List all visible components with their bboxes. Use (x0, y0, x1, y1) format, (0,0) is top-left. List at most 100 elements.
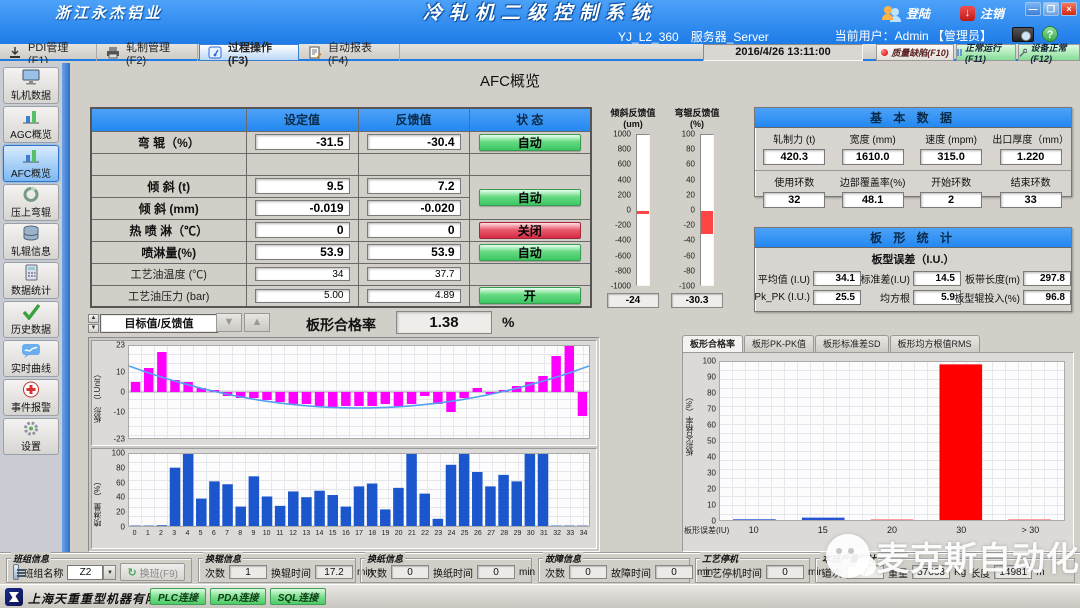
curve-icon (20, 342, 42, 359)
field-value: 33 (1000, 192, 1062, 208)
sidebar-item-agc[interactable]: AGC概览 (3, 106, 59, 143)
status-strip: 班组信息 班组名称 Z2▼ ↻换班(F9) 换辊信息 次数1 换辊时间17.2 … (0, 552, 1080, 584)
gauge-track (636, 134, 650, 286)
count-value: 0 (391, 565, 429, 579)
titlebar: 浙江永杰铝业 冷轧机二级控制系统 登陆 ↓ 注销 — ❐ × YJ_L2_360… (0, 0, 1080, 44)
field-value: 2 (920, 192, 982, 208)
sidebar-item-history[interactable]: 历史数据 (3, 301, 59, 338)
field-value: 14.5 (913, 271, 961, 286)
sql-connect-button[interactable]: SQL连接 (270, 588, 326, 605)
tab-pass-rate[interactable]: 板形合格率 (682, 335, 743, 352)
feedback-value: -0.020 (367, 200, 461, 216)
time-value: 0 (766, 565, 804, 579)
tab-process[interactable]: 过程操作(F3) (199, 44, 299, 61)
wrench-icon (1019, 48, 1027, 58)
bend-feedback-gauge: 弯辊反馈值 (%) 100806040200-20-40-60-80-100 -… (666, 106, 728, 308)
triangle-up-button[interactable]: ▲ (244, 313, 270, 332)
x-axis-categories: 10152030> 30 (719, 525, 1065, 535)
spinner-down-icon[interactable]: ▼ (88, 324, 99, 333)
gauge-readout: -24 (607, 293, 659, 308)
tab-report[interactable]: 自动报表(F4) (300, 44, 400, 61)
logout-icon: ↓ (960, 6, 975, 21)
y-axis-ticks: 0102030405060708090100 (695, 361, 717, 521)
device-normal-button[interactable]: 设备正常(F12) (1018, 44, 1080, 61)
tab-pk-pk[interactable]: 板形PK-PK值 (744, 335, 814, 352)
sidebar-item-alarms[interactable]: 事件报警 (3, 379, 59, 416)
feedback-value: 0 (367, 222, 461, 238)
tilt-feedback-gauge: 倾斜反馈值 (um) 10008006004002000-200-400-600… (602, 106, 664, 308)
status-button[interactable]: 自动 (479, 134, 581, 151)
field-value: 48.1 (842, 192, 904, 208)
quality-defect-button[interactable]: 质量缺陷(F10) (876, 44, 954, 61)
plc-connect-button[interactable]: PLC连接 (150, 588, 206, 605)
pass-rate-unit: % (502, 314, 514, 330)
tab-rms[interactable]: 板形均方根值RMS (890, 335, 980, 352)
red-dot-icon (881, 49, 888, 56)
restore-icon[interactable]: ❐ (1043, 2, 1059, 16)
y-axis-label: 喷淋量 （%） (92, 457, 104, 548)
logout-button[interactable]: ↓ 注销 (960, 5, 1004, 22)
time-value: 0 (655, 565, 693, 579)
bar-chart-icon (20, 108, 42, 125)
chart-plot-area (128, 453, 590, 527)
gear-icon (20, 420, 42, 437)
y-axis-ticks: 020406080100 (104, 453, 126, 527)
count-value: 0 (569, 565, 607, 579)
bar-chart-icon (20, 147, 42, 164)
change-shift-button[interactable]: ↻换班(F9) (120, 563, 185, 581)
field-value: 420.3 (763, 149, 825, 165)
sidebar-item-realtime-curve[interactable]: 实时曲线 (3, 340, 59, 377)
shape-profile-chart: 板形 （I.Unit） 23100-10-23 (91, 340, 597, 446)
sidebar-item-roll-info[interactable]: 轧辊信息 (3, 223, 59, 260)
sidebar-item-afc[interactable]: AFC概览 (3, 145, 59, 182)
pause-icon (957, 49, 962, 56)
database-icon (20, 225, 42, 242)
afc-table: 设定值 反馈值 状 态 弯 辊（%） -31.5 -30.4 自动 倾 斜 (t… (90, 107, 592, 308)
sidebar-item-bending[interactable]: 压上弯辊 (3, 184, 59, 221)
sidebar-item-statistics[interactable]: 数据统计 (3, 262, 59, 299)
left-charts-frame: 板形 （I.Unit） 23100-10-23 喷淋量 （%） 02040608… (88, 337, 600, 552)
pass-rate-label: 板形合格率 (306, 315, 376, 335)
status-button[interactable]: 开 (479, 287, 581, 304)
y-axis-label: 板形合格率（%） (684, 393, 695, 456)
report-icon (308, 46, 322, 59)
server-label: YJ_L2_360 服务器_Server (618, 28, 769, 45)
monitor-icon (20, 69, 42, 86)
triangle-down-button[interactable]: ▼ (216, 313, 242, 332)
sidebar-item-mill-data[interactable]: 轧机数据 (3, 67, 59, 104)
tab-rolling[interactable]: 轧制管理(F2) (98, 44, 198, 61)
shift-output-group: 本班产量统计 道次7 重量57663 Kg 长度14981 m (815, 558, 1075, 583)
normal-run-button[interactable]: 正常运行(F11) (956, 44, 1016, 61)
minimize-icon[interactable]: — (1025, 2, 1041, 16)
chevron-down-icon[interactable]: ▼ (103, 565, 116, 580)
histogram-body: 板形合格率（%） 0102030405060708090100 板形误差(IU)… (682, 352, 1074, 552)
status-button[interactable]: 关闭 (479, 222, 581, 239)
field-value: 1610.0 (842, 149, 904, 165)
shift-select[interactable]: Z2▼ (67, 565, 116, 580)
status-button[interactable]: 自动 (479, 244, 581, 261)
status-button[interactable]: 自动 (479, 189, 581, 206)
spinner-up-icon[interactable]: ▲ (88, 314, 99, 323)
alarm-cross-icon (20, 381, 42, 398)
check-icon (20, 303, 42, 320)
panel-subtitle: 板型误差（I.U.） (755, 248, 1071, 268)
sidebar: 轧机数据 AGC概览 AFC概览 压上弯辊 轧辊信息 数据统计 历史数据 实时 (0, 63, 62, 552)
paper-change-group: 换纸信息 次数0 换纸时间0 min (360, 558, 532, 583)
refresh-icon: ↻ (127, 566, 136, 579)
help-icon[interactable]: ? (1042, 26, 1058, 42)
pda-connect-button[interactable]: PDA连接 (210, 588, 266, 605)
shape-stats-panel: 板 形 统 计 板型误差（I.U.） 平均值 (I.U)34.1 标准差(I.U… (754, 227, 1072, 312)
login-button[interactable]: 登陆 (881, 5, 930, 22)
setpoint-value: 5.00 (255, 289, 350, 303)
tab-pdi[interactable]: PDI管理(F1) (0, 44, 97, 61)
sidebar-item-settings[interactable]: 设置 (3, 418, 59, 455)
target-feedback-selector[interactable]: ▲▼ 目标值/反馈值 (88, 313, 218, 333)
col-header-feedback: 反馈值 (358, 108, 469, 131)
sidebar-accent-bar (62, 63, 70, 552)
close-icon[interactable]: × (1061, 2, 1077, 16)
table-row: 倾 斜 (t) 9.5 7.2 自动 (91, 175, 591, 197)
setpoint-value: -0.019 (255, 200, 350, 216)
setpoint-value: -31.5 (255, 134, 350, 150)
tab-sd[interactable]: 板形标准差SD (815, 335, 889, 352)
screenshot-icon[interactable] (1012, 27, 1034, 42)
